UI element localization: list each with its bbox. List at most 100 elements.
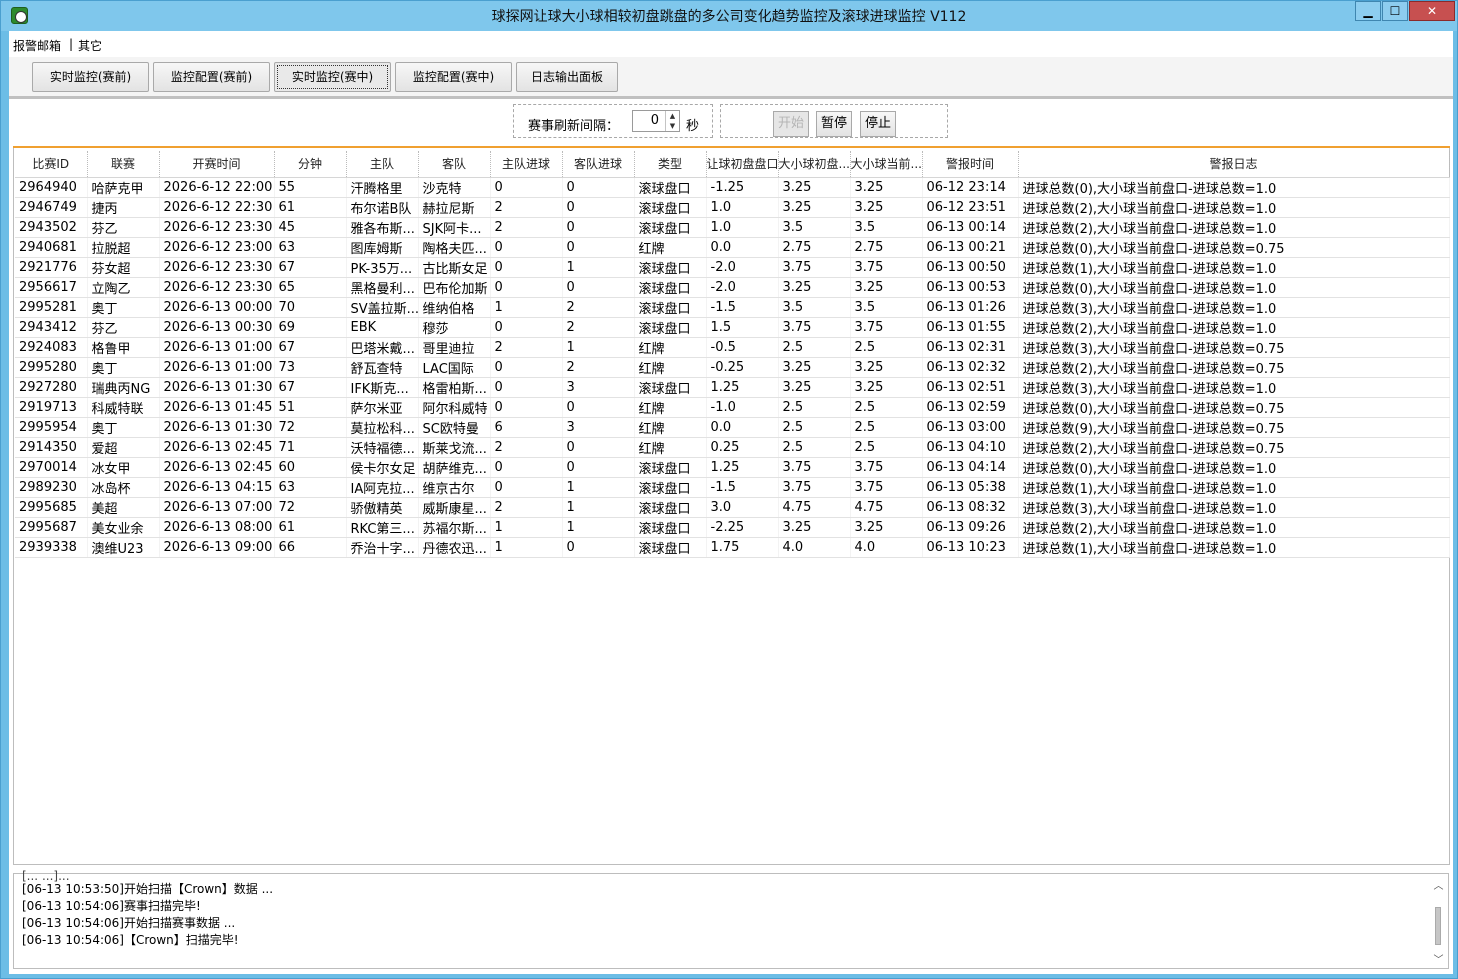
pause-button[interactable]: 暂停 [816,111,852,137]
table-row[interactable]: 2939338 澳维U23 2026-6-13 09:00 66 乔治十字... 丹德农迅… [15,537,1450,558]
cell-ou-current: 4.0 [850,537,923,558]
match-grid[interactable]: 比赛ID 联赛 开赛时间 分钟 主队 客队 主队进球 客队进球 类型 让球初盘盘口 大小球初盘...… [13,146,1450,865]
column-header-away-team[interactable]: 客队 [418,151,491,178]
cell-home-goals: 2 [490,437,563,458]
scroll-up-icon[interactable]: ︿ [1430,877,1447,892]
column-header-alert-time[interactable]: 警报时间 [922,151,1019,178]
table-row[interactable]: 2995280 奥丁 2026-6-13 01:00 73 舒瓦查特 LAC国际 0 2 红牌 -… [15,357,1450,378]
tab-realtime-prematch[interactable]: 实时监控(赛前) [32,62,149,92]
column-header-match-id[interactable]: 比赛ID [15,151,88,178]
table-row[interactable]: 2989230 冰岛杯 2026-6-13 04:15 63 IA阿克拉... 维京古尔 0… [15,477,1450,498]
cell-ou-current: 3.25 [850,377,923,398]
column-header-home-team[interactable]: 主队 [346,151,419,178]
table-row[interactable]: 2919713 科威特联 2026-6-13 01:45 51 萨尔米亚 阿尔科威特 0 0 红… [15,397,1450,418]
cell-ou-current: 3.25 [850,517,923,538]
cell-home-goals: 1 [490,517,563,538]
column-header-minute[interactable]: 分钟 [274,151,347,178]
stepper-arrows-icon[interactable]: ▲ ▼ [665,111,679,131]
table-row[interactable]: 2995954 奥丁 2026-6-13 01:30 72 莫拉松科... SC欧特曼 6 3… [15,417,1450,438]
tab-config-prematch[interactable]: 监控配置(赛前) [153,62,270,92]
table-row[interactable]: 2995685 美超 2026-6-13 07:00 72 骄傲精英 威斯康星... 2 1 滚… [15,497,1450,518]
table-row[interactable]: 2943412 芬乙 2026-6-13 00:30 69 EBK 穆莎 0 2 滚球盘口 1.5… [15,317,1450,338]
column-header-alert-log[interactable]: 警报日志 [1018,151,1450,178]
cell-ou-current: 3.25 [850,197,923,218]
cell-ou-current: 3.75 [850,317,923,338]
tab-realtime-inplay[interactable]: 实时监控(赛中) [274,62,391,92]
table-row[interactable]: 2995281 奥丁 2026-6-13 00:00 70 SV盖拉斯... 维纳伯格 1 2… [15,297,1450,318]
cell-ou-open: 2.75 [778,237,851,258]
table-row[interactable]: 2921776 芬女超 2026-6-12 23:30 67 PK-35万... 古比斯女… [15,257,1450,278]
table-row[interactable]: 2956617 立陶乙 2026-6-12 23:30 65 黑格曼利... 巴布伦加斯 0… [15,277,1450,298]
column-header-handicap-open[interactable]: 让球初盘盘口 [706,151,779,178]
column-header-ou-open[interactable]: 大小球初盘... [778,151,851,178]
cell-away-goals: 3 [562,377,635,398]
cell-handicap-open: -0.5 [706,337,779,358]
log-line: [06-13 10:54:06]开始扫描赛事数据 ... [22,916,236,930]
cell-alert-time: 06-13 03:00 [922,417,1019,438]
cell-home-goals: 0 [490,457,563,478]
start-button[interactable]: 开始 [773,111,809,137]
cell-start-time: 2026-6-12 22:30 [159,197,275,218]
table-row[interactable]: 2927280 瑞典丙NG 2026-6-13 01:30 67 IFK斯克... 格雷柏… [15,377,1450,398]
log-scrollbar[interactable]: ︿ ﹀ [1430,875,1447,967]
column-header-home-goals[interactable]: 主队进球 [490,151,563,178]
cell-alert-time: 06-13 04:14 [922,457,1019,478]
cell-alert-log: 进球总数(3),大小球当前盘口-进球总数=0.75 [1018,337,1450,358]
cell-ou-current: 3.75 [850,477,923,498]
cell-ou-current: 2.5 [850,417,923,438]
table-row[interactable]: 2943502 芬乙 2026-6-12 23:30 45 雅各布斯... SJK阿卡..… [15,217,1450,238]
cell-minute: 63 [274,237,347,258]
cell-minute: 67 [274,337,347,358]
tab-config-inplay[interactable]: 监控配置(赛中) [395,62,512,92]
column-header-start-time[interactable]: 开赛时间 [159,151,275,178]
table-body: 2964940 哈萨克甲 2026-6-12 22:00 55 汗腾格里 沙克特 0 0 滚球盘… [15,177,1450,558]
scroll-down-icon[interactable]: ﹀ [1430,951,1447,966]
refresh-interval-stepper[interactable]: 0 ▲ ▼ [632,110,680,132]
table-row[interactable]: 2964940 哈萨克甲 2026-6-12 22:00 55 汗腾格里 沙克特 0 0 滚球盘… [15,177,1450,198]
cell-type: 滚球盘口 [634,297,707,318]
cell-alert-log: 进球总数(0),大小球当前盘口-进球总数=1.0 [1018,457,1450,478]
cell-start-time: 2026-6-13 01:30 [159,417,275,438]
cell-away-goals: 1 [562,517,635,538]
cell-home-team: RKC第三... [346,517,419,538]
stop-button[interactable]: 停止 [860,111,896,137]
cell-ou-current: 3.25 [850,357,923,378]
app-window: 球探网让球大小球相较初盘跳盘的多公司变化趋势监控及滚球进球监控 V112 ▁ ☐… [0,0,1458,979]
log-output[interactable]: [... ...]... [06-13 10:53:50]开始扫描【Crown】… [13,869,1449,969]
table-row[interactable]: 2995687 美女业余 2026-6-13 08:00 61 RKC第三... 苏福尔斯… [15,517,1450,538]
log-line: [06-13 10:54:06]赛事扫描完毕! [22,899,201,913]
tab-log-panel[interactable]: 日志输出面板 [516,62,618,92]
tab-strip: 实时监控(赛前) 监控配置(赛前) 实时监控(赛中) 监控配置(赛中) 日志输出… [9,57,1453,99]
table-row[interactable]: 2940681 拉脱超 2026-6-12 23:00 63 图库姆斯 陶格夫匹... 0 0… [15,237,1450,258]
cell-alert-log: 进球总数(2),大小球当前盘口-进球总数=1.0 [1018,317,1450,338]
cell-ou-current: 2.5 [850,397,923,418]
cell-minute: 72 [274,497,347,518]
table-row[interactable]: 2924083 格鲁甲 2026-6-13 01:00 67 巴塔米戴... 哥里迪拉 2 1… [15,337,1450,358]
refresh-interval-value[interactable]: 0 [651,113,659,128]
table-row[interactable]: 2914350 爱超 2026-6-13 02:45 71 沃特福德... 斯莱戈流...… [15,437,1450,458]
cell-away-team: 哥里迪拉 [418,337,491,358]
cell-away-team: 维纳伯格 [418,297,491,318]
scroll-thumb[interactable] [1435,907,1441,945]
column-header-ou-current[interactable]: 大小球当前... [850,151,923,178]
cell-away-goals: 3 [562,417,635,438]
cell-type: 滚球盘口 [634,277,707,298]
cell-minute: 65 [274,277,347,298]
cell-type: 滚球盘口 [634,177,707,198]
maximize-icon[interactable]: ☐ [1382,1,1408,21]
close-icon[interactable]: ✕ [1409,1,1455,21]
cell-match-id: 2921776 [15,257,88,278]
column-header-league[interactable]: 联赛 [87,151,160,178]
cell-match-id: 2995687 [15,517,88,538]
cell-home-goals: 0 [490,317,563,338]
minimize-icon[interactable]: ▁ [1355,1,1381,21]
title-bar[interactable]: 球探网让球大小球相较初盘跳盘的多公司变化趋势监控及滚球进球监控 V112 ▁ ☐… [1,1,1457,31]
cell-minute: 51 [274,397,347,418]
cell-type: 滚球盘口 [634,197,707,218]
column-header-type[interactable]: 类型 [634,151,707,178]
column-header-away-goals[interactable]: 客队进球 [562,151,635,178]
table-row[interactable]: 2970014 冰女甲 2026-6-13 02:45 60 侯卡尔女足 胡萨维克... 0… [15,457,1450,478]
table-row[interactable]: 2946749 捷丙 2026-6-12 22:30 61 布尔诺B队 赫拉尼斯 2 0 滚球盘… [15,197,1450,218]
menu-alert-email[interactable]: 报警邮箱 [13,37,61,54]
menu-other[interactable]: 其它 [78,37,102,54]
